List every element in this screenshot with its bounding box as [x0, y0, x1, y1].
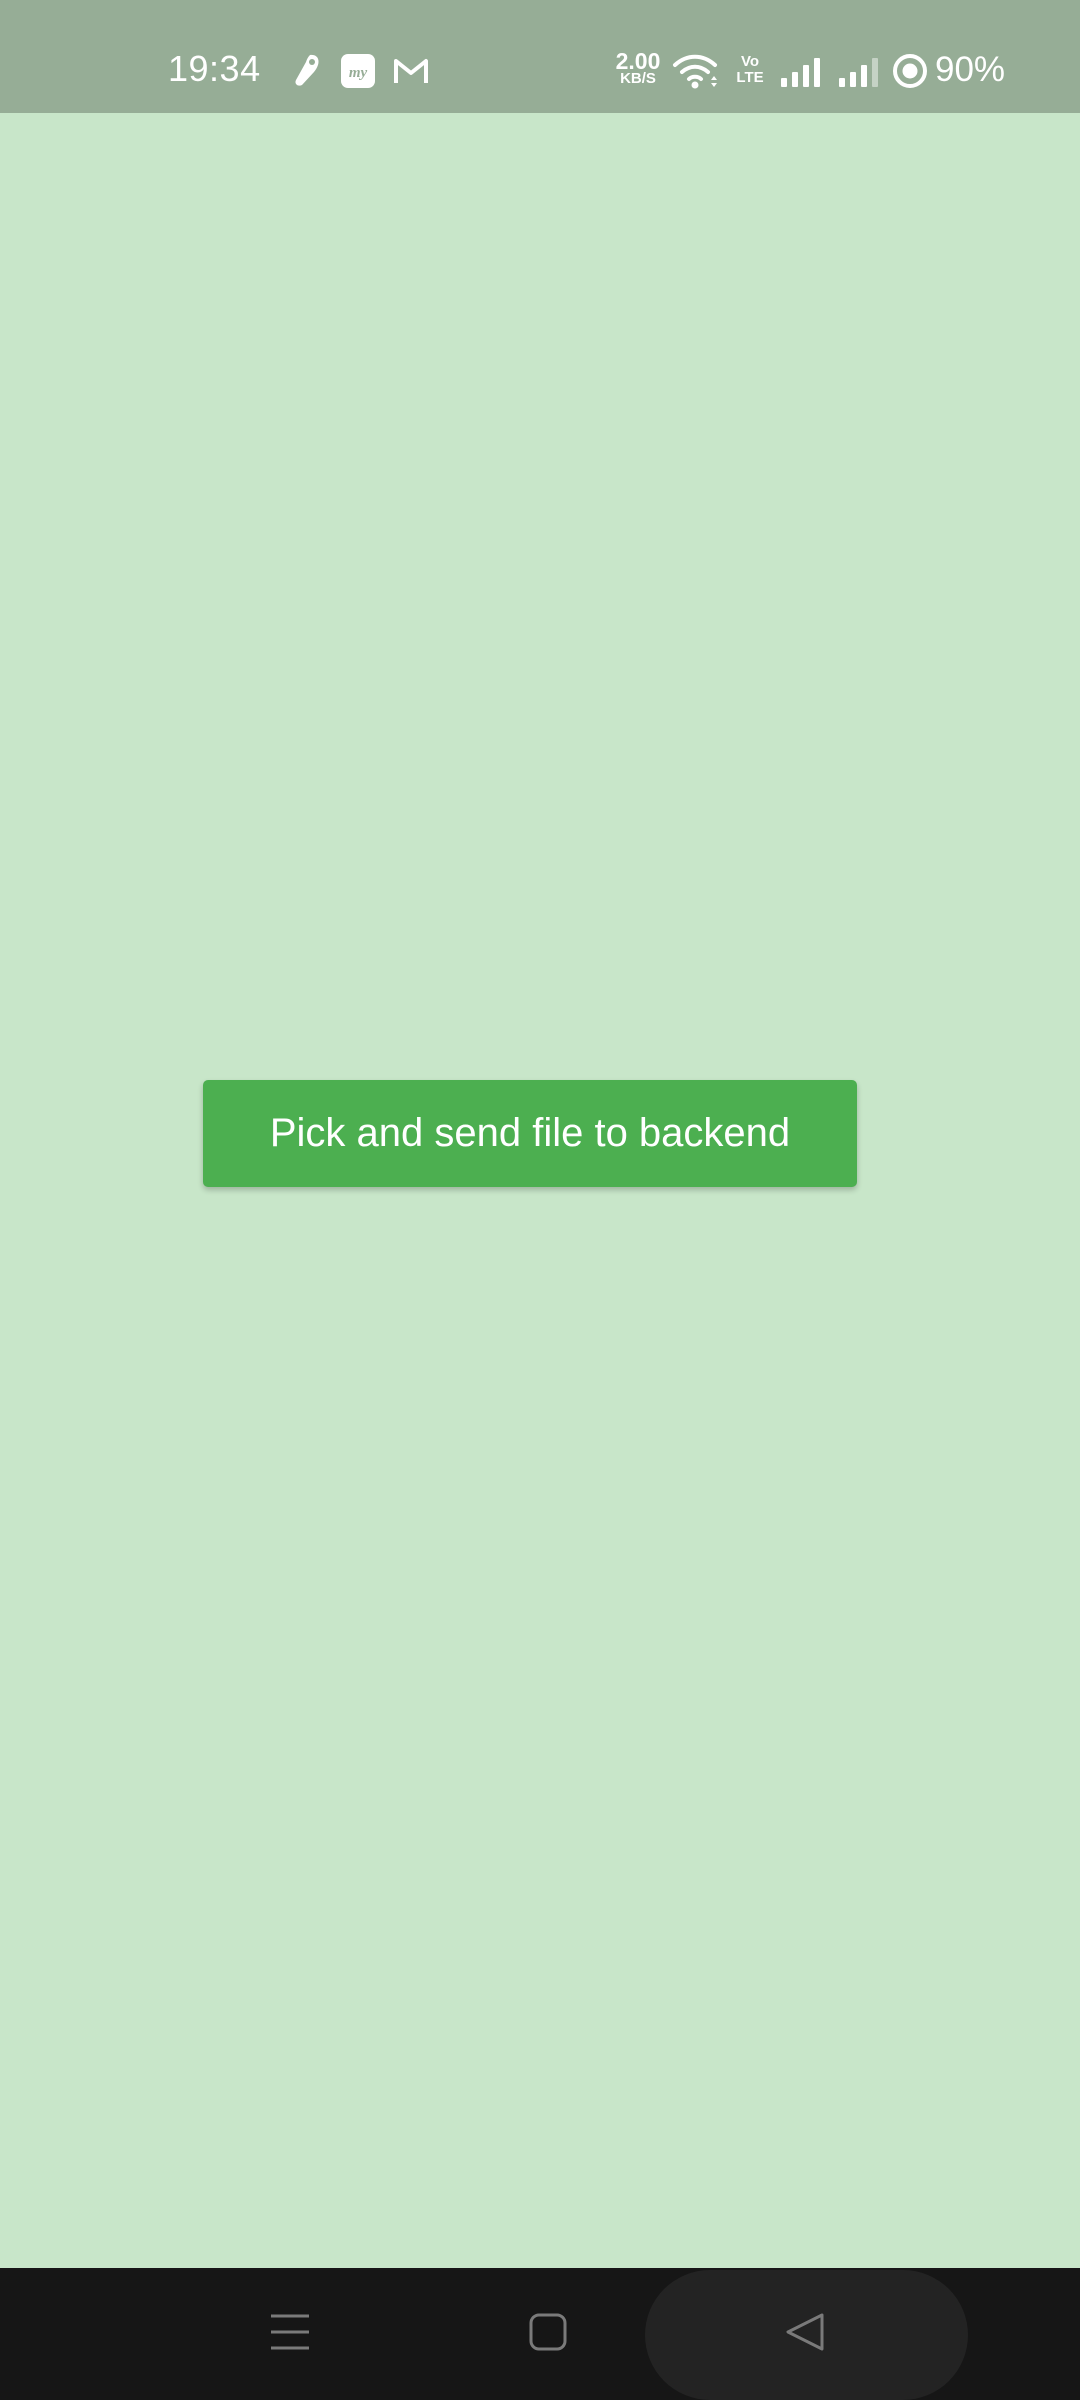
pick-and-send-file-button[interactable]: Pick and send file to backend [203, 1080, 857, 1187]
wifi-icon [672, 52, 718, 95]
battery-percent: 90% [935, 50, 1006, 89]
status-time: 19:34 [168, 48, 261, 89]
status-bar: 19:34 my 2.00 KB/S Vo LTE 90% [0, 0, 1080, 113]
menu-icon[interactable] [270, 2312, 310, 2357]
signal-sim2-icon [838, 56, 882, 93]
gmail-icon [392, 56, 430, 91]
pick-and-send-file-button-label: Pick and send file to backend [269, 1111, 791, 1155]
home-icon[interactable] [529, 2313, 567, 2356]
back-icon[interactable] [785, 2312, 825, 2357]
network-speed-value: 2.00 [615, 48, 661, 74]
myjio-icon: my [340, 53, 376, 94]
svg-text:my: my [349, 65, 368, 81]
signal-sim1-icon [780, 56, 824, 93]
volte-bottom-label: LTE [736, 69, 764, 86]
network-speed: 2.00 KB/S [610, 48, 666, 88]
volte-top-label: Vo [740, 53, 760, 70]
app-notification-icon [290, 52, 324, 93]
volte-indicator: Vo LTE [730, 54, 770, 86]
battery-ring-icon [891, 52, 929, 95]
